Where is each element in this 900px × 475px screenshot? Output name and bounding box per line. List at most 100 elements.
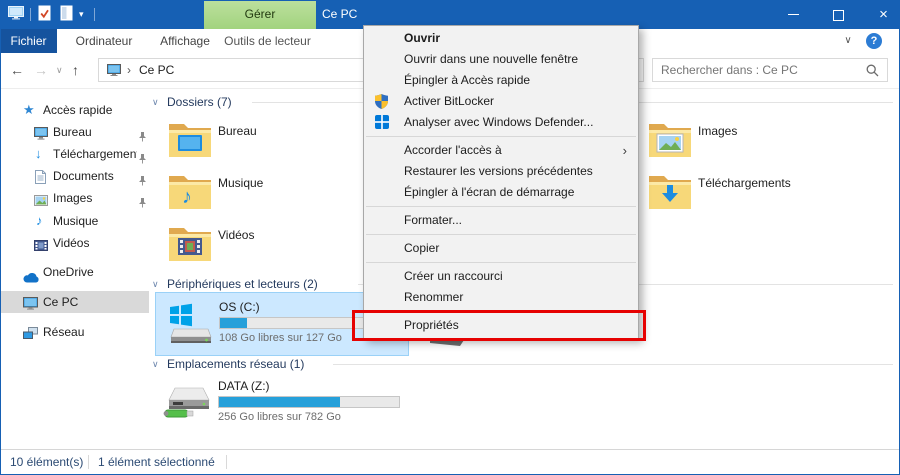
chevron-down-icon[interactable]: ∨ — [152, 97, 159, 108]
sidebar-item-label: Ce PC — [43, 291, 78, 313]
history-chevron-icon[interactable]: ∨ — [56, 53, 63, 88]
menu-item-copier[interactable]: Copier — [364, 238, 638, 259]
sidebar-item-acces-rapide[interactable]: ★ Accès rapide — [1, 99, 149, 121]
menu-item-label: Épingler à l'écran de démarrage — [404, 185, 574, 199]
quick-access-star-icon: ★ — [23, 99, 35, 121]
status-item-count: 10 élément(s) — [10, 450, 83, 474]
menu-item-label: Renommer — [404, 290, 463, 304]
group-title-dossiers[interactable]: Dossiers (7) — [167, 95, 232, 109]
breadcrumb-location[interactable]: Ce PC — [139, 59, 174, 81]
search-icon[interactable] — [866, 64, 879, 80]
capacity-bar-fill — [220, 318, 247, 328]
up-arrow-icon[interactable]: ↑ — [72, 53, 79, 88]
folder-pictures-icon — [648, 120, 692, 158]
music-note-glyph: ♪ — [182, 186, 192, 209]
menu-item-ouvrir-nouvelle-fenetre[interactable]: Ouvrir dans une nouvelle fenêtre — [364, 49, 638, 70]
status-separator — [226, 455, 227, 469]
tab-outils-de-lecteur[interactable]: Outils de lecteur — [219, 29, 316, 53]
sidebar-item-bureau[interactable]: Bureau — [1, 121, 149, 143]
computer-icon[interactable] — [8, 6, 24, 23]
search-input[interactable]: Rechercher dans : Ce PC — [652, 58, 888, 82]
network-icon — [23, 325, 38, 347]
folder-name: Musique — [218, 176, 263, 190]
menu-item-label: Créer un raccourci — [404, 269, 503, 283]
breadcrumb-separator: › — [127, 59, 131, 81]
menu-item-epingler-ecran-demarrage[interactable]: Épingler à l'écran de démarrage — [364, 182, 638, 203]
status-bar: 10 élément(s) 1 élément sélectionné — [0, 449, 900, 475]
menu-item-creer-raccourci[interactable]: Créer un raccourci — [364, 266, 638, 287]
drive-detail: 108 Go libres sur 127 Go — [219, 332, 342, 344]
forward-arrow-icon[interactable]: → — [34, 53, 48, 88]
menu-separator — [366, 136, 636, 137]
tab-affichage[interactable]: Affichage — [151, 29, 219, 53]
menu-item-activer-bitlocker[interactable]: Activer BitLocker — [364, 91, 638, 112]
qat-customize-chevron-icon[interactable]: ▾ — [79, 4, 84, 24]
sidebar-item-onedrive[interactable]: OneDrive — [1, 261, 149, 283]
menu-item-label: Copier — [404, 241, 439, 255]
drive-name: OS (C:) — [219, 300, 260, 314]
menu-item-restaurer-versions[interactable]: Restaurer les versions précédentes — [364, 161, 638, 182]
windows-defender-icon — [375, 115, 389, 136]
context-menu: Ouvrir Ouvrir dans une nouvelle fenêtre … — [363, 25, 639, 339]
submenu-arrow-icon: › — [623, 140, 627, 161]
explorer-window: ▾ Gérer Ce PC × Fichier Ordinateur Affic… — [0, 0, 900, 475]
folder-video-icon — [168, 224, 212, 262]
tab-fichier[interactable]: Fichier — [0, 29, 57, 53]
minimize-icon — [788, 14, 799, 15]
onedrive-cloud-icon — [23, 268, 40, 290]
sidebar-item-label: Téléchargements — [53, 143, 137, 165]
properties-check-icon[interactable] — [38, 5, 51, 24]
computer-icon — [23, 295, 38, 317]
menu-item-ouvrir[interactable]: Ouvrir — [364, 28, 638, 49]
manage-ribbon-tab[interactable]: Gérer — [204, 0, 316, 29]
tab-ordinateur[interactable]: Ordinateur — [57, 29, 151, 53]
chevron-down-icon[interactable]: ∨ — [152, 279, 159, 290]
status-selected-count: 1 élément sélectionné — [98, 450, 215, 474]
menu-item-label: Ouvrir dans une nouvelle fenêtre — [404, 52, 578, 66]
minimize-button[interactable] — [771, 0, 816, 29]
back-arrow-icon[interactable]: ← — [10, 53, 24, 88]
qat-separator — [30, 8, 31, 21]
ribbon-collapse-chevron-icon[interactable]: ∨ — [838, 29, 858, 53]
group-rule — [333, 364, 893, 365]
menu-item-formater[interactable]: Formater... — [364, 210, 638, 231]
sidebar-item-label: Documents — [53, 165, 114, 187]
menu-item-epingler-acces-rapide[interactable]: Épingler à Accès rapide — [364, 70, 638, 91]
close-button[interactable]: × — [861, 0, 900, 29]
sidebar-item-images[interactable]: Images — [1, 187, 149, 209]
menu-item-label: Ouvrir — [404, 31, 440, 45]
new-item-icon[interactable] — [60, 5, 73, 24]
folder-name: Bureau — [218, 124, 257, 138]
sidebar-item-videos[interactable]: Vidéos — [1, 232, 149, 254]
folder-name: Images — [698, 124, 737, 138]
group-title-peripheriques[interactable]: Périphériques et lecteurs (2) — [167, 277, 318, 291]
drive-detail: 256 Go libres sur 782 Go — [218, 411, 341, 423]
sidebar-item-ce-pc[interactable]: Ce PC — [1, 291, 149, 313]
folder-name: Téléchargements — [698, 176, 791, 190]
menu-item-accorder-acces[interactable]: Accorder l'accès à › — [364, 140, 638, 161]
sidebar-item-label: OneDrive — [43, 261, 94, 283]
sidebar-item-label: Réseau — [43, 321, 84, 343]
menu-item-label: Formater... — [404, 213, 462, 227]
folder-desktop-icon — [168, 120, 212, 158]
sidebar-item-musique[interactable]: ♪ Musique — [1, 210, 149, 232]
status-separator — [88, 455, 89, 469]
sidebar-item-reseau[interactable]: Réseau — [1, 321, 149, 343]
local-disk-icon — [164, 301, 212, 350]
sidebar-item-label: Musique — [53, 210, 98, 232]
sidebar-item-telechargements[interactable]: ↓ Téléchargements — [1, 143, 149, 165]
folder-name: Vidéos — [218, 228, 254, 242]
drive-tile-data-z[interactable]: DATA (Z:) 256 Go libres sur 782 Go — [155, 372, 409, 436]
group-title-reseau[interactable]: Emplacements réseau (1) — [167, 357, 304, 371]
menu-item-analyser-windows-defender[interactable]: Analyser avec Windows Defender... — [364, 112, 638, 133]
menu-separator — [366, 262, 636, 263]
search-placeholder: Rechercher dans : Ce PC — [661, 59, 798, 81]
chevron-down-icon[interactable]: ∨ — [152, 359, 159, 370]
computer-icon — [107, 64, 121, 79]
sidebar-item-documents[interactable]: Documents — [1, 165, 149, 187]
maximize-button[interactable] — [816, 0, 861, 29]
close-icon: × — [879, 6, 888, 23]
help-button[interactable]: ? — [866, 33, 882, 49]
menu-item-label: Activer BitLocker — [404, 94, 494, 108]
menu-item-renommer[interactable]: Renommer — [364, 287, 638, 308]
